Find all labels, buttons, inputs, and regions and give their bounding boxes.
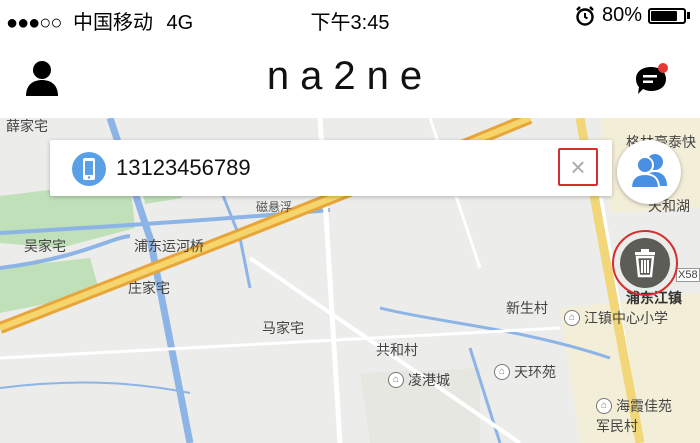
battery-percent: 80%	[601, 4, 642, 26]
map-label-ma-jia-zhai: 马家宅	[262, 320, 304, 336]
battery-tip	[687, 12, 690, 19]
battery-icon	[648, 7, 686, 24]
phone-icon	[72, 152, 106, 186]
poi-haixia-jiayuan[interactable]: ⌂ 海霞佳苑	[596, 396, 672, 416]
map-label-xue-jia-zhai: 薛家宅	[6, 118, 48, 134]
app-title: na2ne	[266, 54, 434, 98]
phone-search-card: ×	[50, 140, 612, 196]
map-label-zhuang-jia-zhai: 庄家宅	[128, 280, 170, 296]
map-label-expressway: 磁悬浮	[256, 200, 293, 214]
map-label-wu-jia-zhai: 吴家宅	[24, 238, 66, 254]
poi-pin-icon: ⌂	[494, 364, 510, 380]
poi-pin-icon: ⌂	[564, 310, 580, 326]
poi-label: 海霞佳苑	[616, 398, 672, 414]
map-label-xin-sheng-cun: 新生村	[506, 300, 548, 316]
alarm-clock-icon	[576, 5, 594, 26]
map-label-jun-min-cun: 军民村	[596, 418, 638, 434]
poi-jiangzhen-school[interactable]: ⌂ 江镇中心小学	[564, 308, 668, 328]
map-label-canal-bridge: 浦东运河桥	[134, 238, 204, 254]
map-label-road-code: X58	[676, 268, 700, 282]
poi-label: 天环苑	[514, 364, 556, 380]
poi-ling-gang-cheng[interactable]: ⌂ 凌港城	[388, 370, 450, 390]
chat-notification-icon[interactable]	[632, 62, 670, 100]
status-right: 80%	[574, 4, 690, 27]
poi-label: 凌港城	[408, 372, 450, 388]
phone-glyph	[83, 158, 95, 180]
notification-dot	[658, 63, 668, 73]
poi-tian-huan-yuan[interactable]: ⌂ 天环苑	[494, 362, 556, 382]
map-label-gong-he-cun: 共和村	[376, 342, 418, 358]
contacts-button[interactable]	[617, 140, 681, 204]
phone-number-input[interactable]	[116, 150, 536, 186]
trash-icon	[635, 249, 655, 278]
contacts-icon	[629, 154, 667, 189]
poi-pin-icon: ⌂	[388, 372, 404, 388]
delete-button-bg	[620, 238, 670, 288]
poi-pin-icon: ⌂	[596, 398, 612, 414]
poi-label: 江镇中心小学	[584, 310, 668, 326]
battery-fill	[651, 10, 677, 21]
status-bar: ●●●○○ 中国移动 4G 下午3:45 80%	[0, 0, 700, 34]
clear-button[interactable]: ×	[558, 148, 598, 186]
delete-button[interactable]	[612, 230, 678, 296]
nav-bar: na2ne	[0, 34, 700, 118]
